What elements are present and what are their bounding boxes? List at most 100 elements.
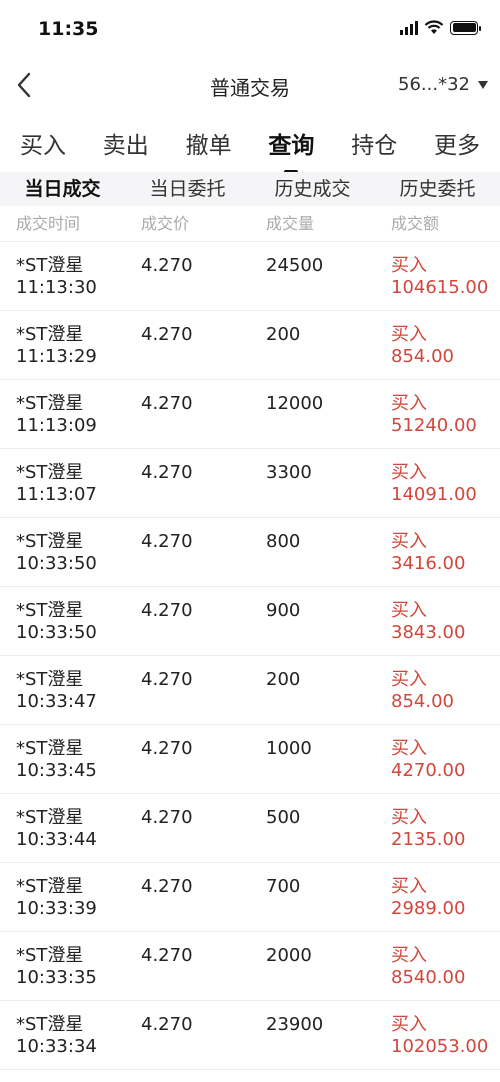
- deal-name-time: *ST澄星 10:33:50: [16, 531, 97, 575]
- column-header-price: 成交价: [141, 214, 190, 233]
- table-header: 成交时间 成交价 成交量 成交额: [0, 206, 500, 242]
- tab-positions[interactable]: 持仓: [349, 112, 399, 172]
- deal-time: 10:33:35: [16, 967, 97, 988]
- deal-time: 11:13:09: [16, 415, 97, 436]
- deal-volume: 1000: [266, 738, 312, 759]
- deal-side-amount: 买入 102053.00: [391, 1014, 488, 1058]
- deal-price: 4.270: [141, 255, 193, 276]
- deal-side: 买入: [391, 393, 427, 414]
- deal-time: 10:33:45: [16, 760, 97, 781]
- deal-amount: 4270.00: [391, 760, 466, 781]
- deal-side-amount: 买入 2989.00: [391, 876, 465, 920]
- subtab-history-deals[interactable]: 历史成交: [250, 172, 375, 206]
- deal-name-time: *ST澄星 10:33:35: [16, 945, 97, 989]
- deal-time: 10:33:34: [16, 1036, 97, 1057]
- deal-side-amount: 买入 51240.00: [391, 393, 477, 437]
- main-tabs: 买入 卖出 撤单 查询 持仓 更多: [0, 112, 500, 174]
- deal-price: 4.270: [141, 531, 193, 552]
- deal-side: 买入: [391, 531, 427, 552]
- deal-side-amount: 买入 854.00: [391, 324, 454, 368]
- deal-volume: 800: [266, 531, 301, 552]
- deal-amount: 2135.00: [391, 829, 466, 850]
- deal-volume: 900: [266, 600, 301, 621]
- tab-buy[interactable]: 买入: [18, 112, 68, 172]
- deal-name-time: *ST澄星 10:33:44: [16, 807, 97, 851]
- deal-time: 11:13:29: [16, 346, 97, 367]
- deal-name-time: *ST澄星 11:13:29: [16, 324, 97, 368]
- deal-volume: 12000: [266, 393, 324, 414]
- deal-name-time: *ST澄星 11:13:07: [16, 462, 97, 506]
- deal-amount: 51240.00: [391, 415, 477, 436]
- stock-name: *ST澄星: [16, 945, 84, 966]
- deal-name-time: *ST澄星 10:33:34: [16, 1014, 97, 1058]
- table-row[interactable]: *ST澄星 10:33:44 4.270 500 买入 2135.00: [0, 794, 500, 863]
- table-row[interactable]: *ST澄星 10:33:35 4.270 2000 买入 8540.00: [0, 932, 500, 1001]
- deal-time: 10:33:39: [16, 898, 97, 919]
- deal-time: 11:13:07: [16, 484, 97, 505]
- deal-side-amount: 买入 3416.00: [391, 531, 465, 575]
- account-selector[interactable]: 56...*32: [398, 74, 488, 95]
- status-bar: 11:35: [0, 0, 500, 60]
- deal-amount: 2989.00: [391, 898, 466, 919]
- table-row[interactable]: *ST澄星 10:33:39 4.270 700 买入 2989.00: [0, 863, 500, 932]
- cellular-signal-icon: [400, 20, 418, 35]
- deal-time: 10:33:50: [16, 622, 97, 643]
- deal-side-amount: 买入 3843.00: [391, 600, 465, 644]
- deal-price: 4.270: [141, 669, 193, 690]
- stock-name: *ST澄星: [16, 531, 84, 552]
- stock-name: *ST澄星: [16, 600, 84, 621]
- deal-price: 4.270: [141, 1014, 193, 1035]
- table-row[interactable]: *ST澄星 11:13:30 4.270 24500 买入 104615.00: [0, 242, 500, 311]
- subtab-today-deals[interactable]: 当日成交: [0, 172, 125, 206]
- deal-price: 4.270: [141, 876, 193, 897]
- deal-price: 4.270: [141, 324, 193, 345]
- deal-side-amount: 买入 4270.00: [391, 738, 465, 782]
- deal-side-amount: 买入 2135.00: [391, 807, 465, 851]
- deal-side: 买入: [391, 807, 427, 828]
- deal-side-amount: 买入 8540.00: [391, 945, 465, 989]
- stock-name: *ST澄星: [16, 255, 84, 276]
- deal-side-amount: 买入 854.00: [391, 669, 454, 713]
- deal-time: 10:33:50: [16, 553, 97, 574]
- deal-amount: 14091.00: [391, 484, 477, 505]
- deal-name-time: *ST澄星 11:13:09: [16, 393, 97, 437]
- subtab-today-orders[interactable]: 当日委托: [125, 172, 250, 206]
- table-row[interactable]: *ST澄星 11:13:29 4.270 200 买入 854.00: [0, 311, 500, 380]
- stock-name: *ST澄星: [16, 807, 84, 828]
- account-number: 56...*32: [398, 74, 470, 95]
- deal-side: 买入: [391, 462, 427, 483]
- tab-more[interactable]: 更多: [432, 112, 482, 172]
- status-icons: [400, 20, 481, 35]
- deal-side: 买入: [391, 1014, 427, 1035]
- table-row[interactable]: *ST澄星 10:33:50 4.270 800 买入 3416.00: [0, 518, 500, 587]
- deal-side: 买入: [391, 669, 427, 690]
- subtab-history-orders[interactable]: 历史委托: [375, 172, 500, 206]
- wifi-icon: [424, 20, 444, 34]
- status-time: 11:35: [38, 18, 99, 40]
- deal-price: 4.270: [141, 945, 193, 966]
- tab-cancel[interactable]: 撤单: [184, 112, 234, 172]
- deal-side-amount: 买入 104615.00: [391, 255, 488, 299]
- column-header-volume: 成交量: [266, 214, 315, 233]
- deal-volume: 24500: [266, 255, 324, 276]
- stock-name: *ST澄星: [16, 324, 84, 345]
- deal-side: 买入: [391, 738, 427, 759]
- tab-sell[interactable]: 卖出: [101, 112, 151, 172]
- table-row[interactable]: *ST澄星 11:13:09 4.270 12000 买入 51240.00: [0, 380, 500, 449]
- deal-side-amount: 买入 14091.00: [391, 462, 477, 506]
- table-row[interactable]: *ST澄星 10:33:47 4.270 200 买入 854.00: [0, 656, 500, 725]
- deal-time: 10:33:44: [16, 829, 97, 850]
- sub-tabs: 当日成交 当日委托 历史成交 历史委托: [0, 172, 500, 206]
- table-row[interactable]: *ST澄星 10:33:45 4.270 1000 买入 4270.00: [0, 725, 500, 794]
- deal-side: 买入: [391, 600, 427, 621]
- table-row[interactable]: *ST澄星 10:33:50 4.270 900 买入 3843.00: [0, 587, 500, 656]
- column-header-time: 成交时间: [16, 214, 81, 233]
- column-header-amount: 成交额: [391, 214, 440, 233]
- table-row[interactable]: *ST澄星 10:33:34 4.270 23900 买入 102053.00: [0, 1001, 500, 1070]
- deal-name-time: *ST澄星 11:13:30: [16, 255, 97, 299]
- deal-side: 买入: [391, 255, 427, 276]
- stock-name: *ST澄星: [16, 669, 84, 690]
- table-row[interactable]: *ST澄星 11:13:07 4.270 3300 买入 14091.00: [0, 449, 500, 518]
- tab-query[interactable]: 查询: [266, 112, 316, 174]
- deal-volume: 200: [266, 324, 301, 345]
